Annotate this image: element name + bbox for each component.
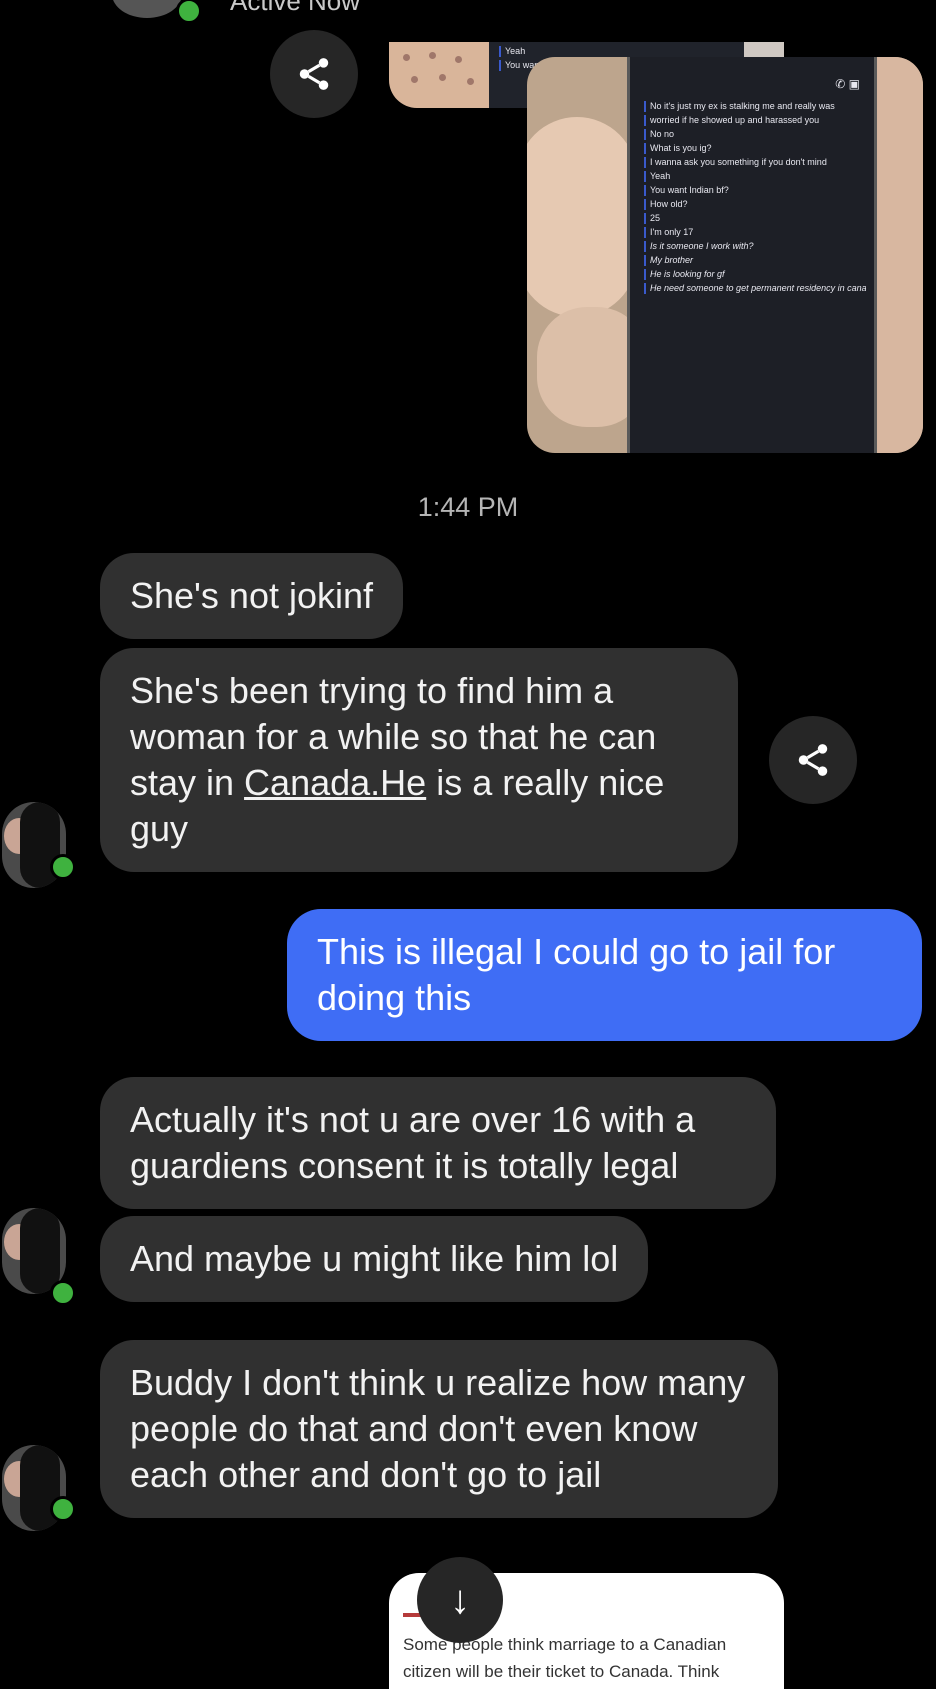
shared-photo-main[interactable]: ✆ ▣ No it's just my ex is stalking me an…	[527, 57, 923, 453]
message-timestamp: 1:44 PM	[417, 492, 519, 522]
photo-chat-line: You want Indian bf?	[644, 185, 866, 196]
photo-background	[389, 42, 489, 108]
photo-chat-line: I'm only 17	[644, 227, 866, 238]
photo-chat-line: What is you ig?	[644, 143, 866, 154]
photo-chat-line: My brother	[644, 255, 866, 266]
share-icon	[798, 744, 828, 776]
photo-phone-screen: ✆ ▣ No it's just my ex is stalking me an…	[627, 57, 877, 453]
message-bubble-sent[interactable]: This is illegal I could go to jail for d…	[287, 909, 922, 1041]
online-indicator	[50, 1280, 76, 1306]
photo-chat-line: I wanna ask you something if you don't m…	[644, 157, 866, 168]
message-bubble-received[interactable]: She's not jokinf	[100, 553, 404, 639]
scroll-to-bottom-button[interactable]: ↓	[417, 1557, 503, 1643]
avatar-redaction	[20, 1208, 60, 1294]
photo-chat-line: He is looking for gf	[644, 269, 866, 280]
photo-chat-line: worried if he showed up and harassed you	[644, 115, 866, 126]
online-indicator	[50, 854, 76, 880]
message-bubble-received[interactable]: And maybe u might like him lol	[100, 1216, 649, 1302]
photo-chat-line: Yeah	[644, 171, 866, 182]
photo-chat-line: Yeah	[499, 46, 734, 57]
photo-chat-lines: No it's just my ex is stalking me and re…	[644, 101, 866, 294]
photo-chat-line: No no	[644, 129, 866, 140]
share-icon	[299, 58, 329, 90]
message-text: Actually it's not u are over 16 with a g…	[130, 1099, 696, 1186]
online-indicator	[176, 0, 202, 24]
message-bubble-received[interactable]: Actually it's not u are over 16 with a g…	[100, 1077, 776, 1209]
header-avatar[interactable]	[112, 0, 182, 18]
share-message-button[interactable]	[769, 716, 857, 804]
message-text: And maybe u might like him lol	[130, 1238, 619, 1279]
active-status: Active Now	[230, 0, 361, 16]
photo-chat-line: How old?	[644, 199, 866, 210]
photo-chat-line: 25	[644, 213, 866, 224]
photo-chat-line: He need someone to get permanent residen…	[644, 283, 866, 294]
phone-call-icons: ✆ ▣	[835, 77, 860, 91]
arrow-down-icon: ↓	[450, 1577, 470, 1622]
message-bubble-received[interactable]: Buddy I don't think u realize how many p…	[100, 1340, 778, 1518]
message-link[interactable]: Canada.He	[244, 762, 426, 803]
photo-finger	[527, 117, 637, 317]
photo-chat-line: Is it someone I work with?	[644, 241, 866, 252]
online-indicator	[50, 1496, 76, 1522]
photo-chat-line: No it's just my ex is stalking me and re…	[644, 101, 866, 112]
message-text: This is illegal I could go to jail for d…	[317, 931, 836, 1018]
message-text: Buddy I don't think u realize how many p…	[130, 1362, 746, 1495]
share-photo-button[interactable]	[270, 30, 358, 118]
message-bubble-received[interactable]: She's been trying to find him a woman fo…	[100, 648, 738, 872]
message-text: She's not jokinf	[130, 575, 374, 616]
